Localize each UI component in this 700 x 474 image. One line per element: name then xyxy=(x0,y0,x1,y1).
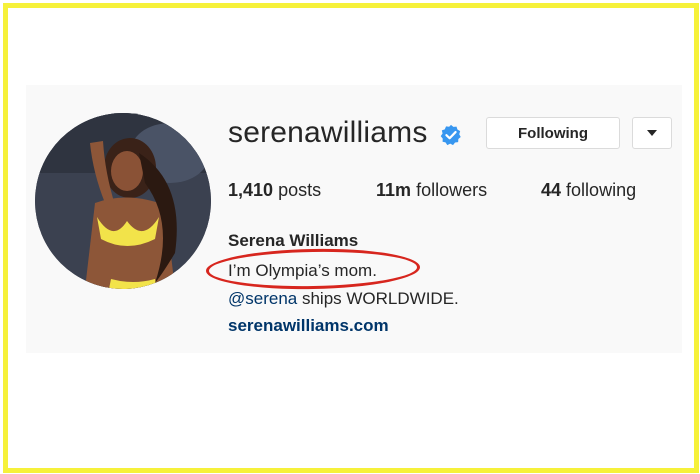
bio-line-2: @serena ships WORLDWIDE. xyxy=(228,289,459,309)
avatar-photo xyxy=(35,113,211,289)
followers-label: followers xyxy=(416,180,488,200)
following-label: following xyxy=(566,180,637,200)
caret-down-icon xyxy=(647,130,657,136)
verified-badge-icon xyxy=(440,124,461,146)
website-link[interactable]: serenawilliams.com xyxy=(228,316,389,336)
posts-label: posts xyxy=(278,180,322,200)
followers-count: 11m xyxy=(376,180,412,200)
full-name: Serena Williams xyxy=(228,231,359,250)
mention-link[interactable]: @serena xyxy=(228,289,297,308)
posts-count: 1,410 xyxy=(228,180,274,200)
following-button[interactable]: Following xyxy=(486,117,620,149)
avatar[interactable] xyxy=(35,113,211,289)
following-stat[interactable]: 44 following xyxy=(541,180,636,201)
options-dropdown-button[interactable] xyxy=(632,117,672,149)
followers-stat[interactable]: 11m followers xyxy=(376,180,487,201)
bio-line-2-text: ships WORLDWIDE. xyxy=(297,289,459,308)
following-count: 44 xyxy=(541,180,562,200)
username: serenawilliams xyxy=(228,116,428,149)
posts-stat: 1,410 posts xyxy=(228,180,321,201)
